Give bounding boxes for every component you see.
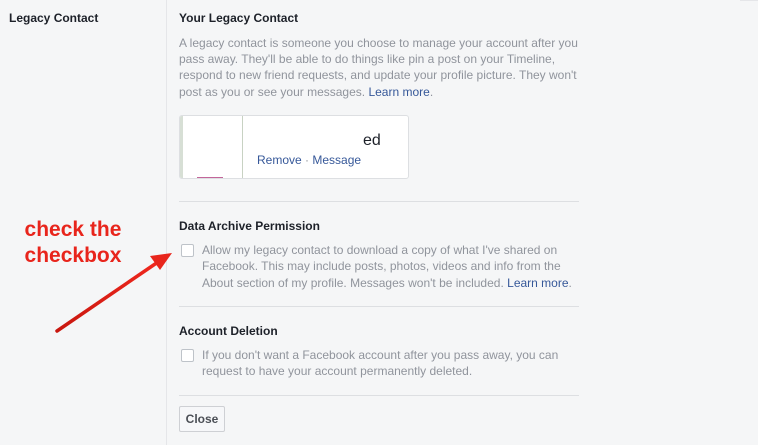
annotation-arrow-icon xyxy=(55,253,172,333)
